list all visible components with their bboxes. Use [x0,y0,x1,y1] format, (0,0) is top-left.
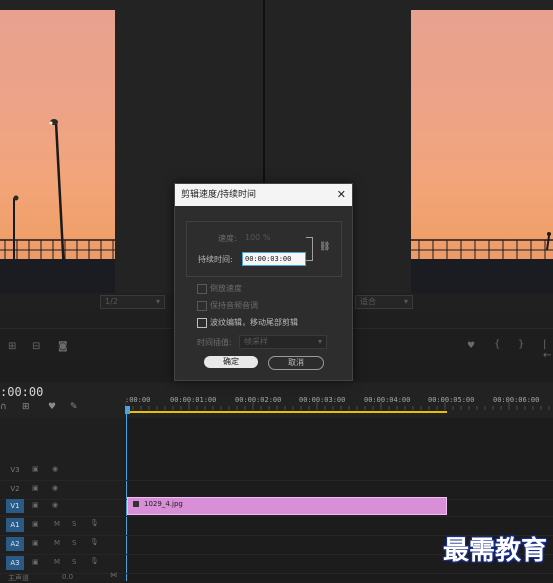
linked-selection-icon[interactable]: ⊞ [22,402,30,412]
speed-value[interactable]: 100 % [245,233,270,242]
work-area-bar[interactable] [125,411,447,413]
close-icon[interactable]: ✕ [337,184,346,206]
ruler-labels: :00:00 00:00:01:00 00:00:02:00 00:00:03:… [125,396,553,406]
film-icon[interactable]: ▣ [32,539,39,547]
microphone-icon[interactable]: 🎙 [90,557,99,565]
film-icon[interactable]: ▣ [32,501,39,509]
mute-button[interactable]: M [54,558,60,566]
snap-icon[interactable]: ∩ [0,402,7,412]
track-label-v2[interactable]: V2 [6,482,24,496]
in-point-icon[interactable]: { [494,339,500,350]
timeline-timecode[interactable]: :00:00 [0,385,43,399]
program-frame-image [411,232,553,293]
ruler-label: :00:00 [125,396,151,404]
mute-button[interactable]: M [54,520,60,528]
out-point-icon[interactable]: } [518,339,524,350]
ripple-edit-label: 波纹编辑，移动尾部剪辑 [210,318,298,327]
track-label-a3[interactable]: A3 [6,556,24,570]
master-value[interactable]: 0.0 [62,573,73,581]
film-icon[interactable]: ▣ [32,558,39,566]
reverse-speed-label: 倒放速度 [210,284,242,293]
ruler-label: 00:00:03:00 [299,396,346,404]
track-row-v3 [0,461,553,481]
master-label: 主声道 [8,574,29,582]
add-marker-icon[interactable]: ♥ [48,402,56,412]
fit-select[interactable]: 适合 ▾ [355,295,413,309]
clip-speed-dialog: 剪辑速度/持续时间 ✕ 速度: 100 % 持续时间: 00:00:03:00 … [174,183,353,381]
microphone-icon[interactable]: 🎙 [90,538,99,546]
duration-field[interactable]: 00:00:03:00 [242,252,306,266]
goto-in-icon[interactable]: |← [543,339,553,361]
solo-button[interactable]: S [72,520,76,528]
solo-button[interactable]: S [72,558,76,566]
watermark-logo: 最需教育 [442,536,547,566]
bowtie-icon[interactable]: ⋈ [110,571,117,579]
link-icon[interactable]: ⛓ [319,242,330,252]
maintain-pitch-checkbox[interactable] [197,301,207,311]
link-bracket [306,237,313,261]
duration-label: 持续时间: [198,255,233,264]
marker-icon[interactable]: ♥ [467,341,475,351]
track-label-v3[interactable]: V3 [6,463,24,477]
microphone-icon[interactable]: 🎙 [90,519,99,527]
solo-button[interactable]: S [72,539,76,547]
clip-name: 1029_4.jpg [144,500,183,508]
ruler-label: 00:00:06:00 [493,396,540,404]
camera-icon[interactable]: ◙ [58,341,68,352]
maintain-pitch-label: 保持音频音调 [210,301,258,310]
chevron-down-icon: ▾ [403,297,408,306]
eye-icon[interactable]: ◉ [52,484,58,492]
source-frame-image [0,119,115,293]
eye-icon[interactable]: ◉ [52,465,58,473]
track-label-a1[interactable]: A1 [6,518,24,532]
interpolation-select[interactable]: 帧采样 ▾ [239,335,327,349]
insert-icon[interactable]: ⊞ [8,341,16,352]
track-label-v1[interactable]: V1 [6,499,24,513]
cancel-button[interactable]: 取消 [268,356,324,370]
eye-icon[interactable]: ◉ [52,501,58,509]
clip[interactable]: 1029_4.jpg [127,497,447,515]
speed-label: 速度: [218,234,237,243]
film-icon[interactable]: ▣ [32,520,39,528]
track-label-a2[interactable]: A2 [6,537,24,551]
zoom-select-value: 1/2 [105,297,118,306]
program-monitor-frame [411,10,553,293]
wrench-icon[interactable]: ✎ [70,402,78,412]
film-icon[interactable]: ▣ [32,484,39,492]
film-icon[interactable]: ▣ [32,465,39,473]
zoom-select[interactable]: 1/2 ▾ [100,295,165,309]
source-monitor-frame [0,10,115,293]
ruler-label: 00:00:01:00 [170,396,217,404]
ruler-label: 00:00:04:00 [364,396,411,404]
ruler-label: 00:00:02:00 [235,396,282,404]
chevron-down-icon: ▾ [317,337,322,346]
interpolation-label: 时间插值: [197,338,232,347]
chevron-down-icon: ▾ [155,297,160,306]
ruler-label: 00:00:05:00 [428,396,475,404]
reverse-speed-checkbox[interactable] [197,284,207,294]
clip-fx-icon [133,501,139,507]
overwrite-icon[interactable]: ⊟ [32,341,40,352]
ripple-edit-checkbox[interactable] [197,318,207,328]
fit-select-value: 适合 [360,297,376,306]
ok-button[interactable]: 确定 [204,356,258,368]
dialog-title: 剪辑速度/持续时间 [175,184,352,206]
interpolation-value: 帧采样 [244,337,268,346]
mute-button[interactable]: M [54,539,60,547]
